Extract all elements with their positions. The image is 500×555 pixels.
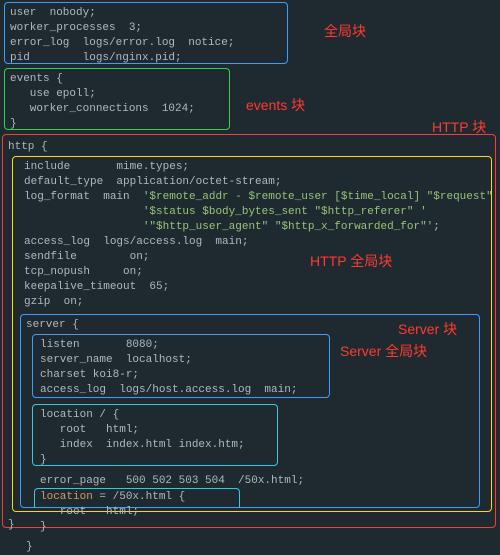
server-block-label: Server 块 <box>398 320 457 340</box>
location-keyword: location <box>40 491 93 503</box>
server-open: server { <box>26 318 79 333</box>
global-block-label: 全局块 <box>324 22 366 42</box>
server-global-label: Server 全局块 <box>340 342 427 362</box>
http-inner-code: include mime.types; default_type applica… <box>24 160 500 310</box>
server-inner-code: listen 8080; server_name localhost; char… <box>40 338 297 398</box>
http-inner-text: include mime.types; default_type applica… <box>24 161 500 308</box>
http-block-label: HTTP 块 <box>432 118 486 138</box>
events-block-label: events 块 <box>246 96 305 116</box>
location-50x-code: location = /50x.html { root html; } <box>40 490 185 535</box>
http-close: } <box>8 518 15 533</box>
server-close: } <box>26 540 33 555</box>
http-open: http { <box>8 140 48 155</box>
location-main-code: location / { root html; index index.html… <box>40 408 245 468</box>
events-block-code: events { use epoll; worker_connections 1… <box>10 72 195 132</box>
error-page-line: error_page 500 502 503 504 /50x.html; <box>40 474 304 489</box>
global-block-code: user nobody; worker_processes 3; error_l… <box>10 6 234 66</box>
